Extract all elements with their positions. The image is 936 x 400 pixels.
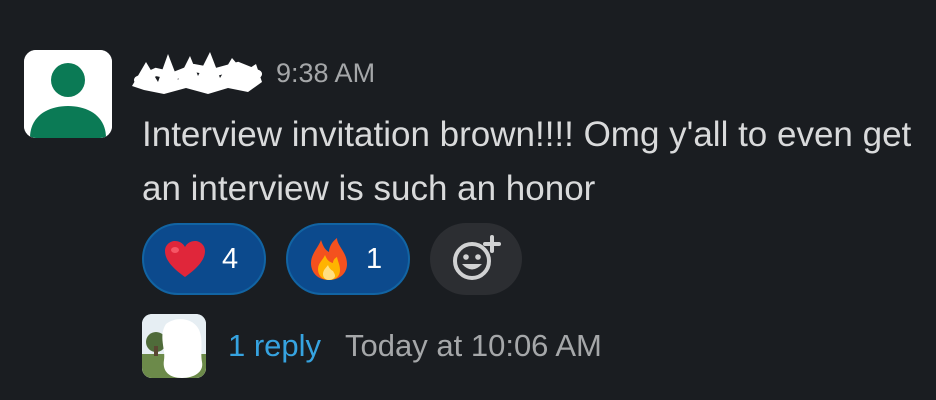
thread-summary[interactable]: 1 reply Today at 10:06 AM: [142, 312, 602, 380]
add-reaction-button[interactable]: [430, 223, 522, 295]
reply-author-avatar[interactable]: [142, 314, 206, 378]
message-header: 9:38 AM: [128, 42, 375, 98]
message-timestamp[interactable]: 9:38 AM: [276, 58, 375, 89]
message-text: Interview invitation brown!!!! Omg y'all…: [142, 115, 912, 208]
reply-count-link[interactable]: 1 reply: [228, 328, 321, 364]
fire-icon: [306, 236, 352, 282]
heart-icon: [162, 236, 208, 282]
redacted-author-name[interactable]: [128, 42, 266, 98]
reaction-heart[interactable]: 4: [142, 223, 266, 295]
reaction-fire[interactable]: 1: [286, 223, 410, 295]
reaction-heart-count: 4: [222, 242, 239, 275]
add-reaction-icon: [453, 235, 501, 280]
last-reply-time: Today at 10:06 AM: [345, 328, 602, 363]
message: 9:38 AM Interview invitation brown!!!! O…: [0, 0, 936, 400]
reaction-bar: 4 1: [142, 222, 522, 296]
reaction-fire-count: 1: [366, 242, 383, 275]
author-avatar[interactable]: [24, 50, 112, 138]
default-user-icon: [24, 50, 112, 138]
